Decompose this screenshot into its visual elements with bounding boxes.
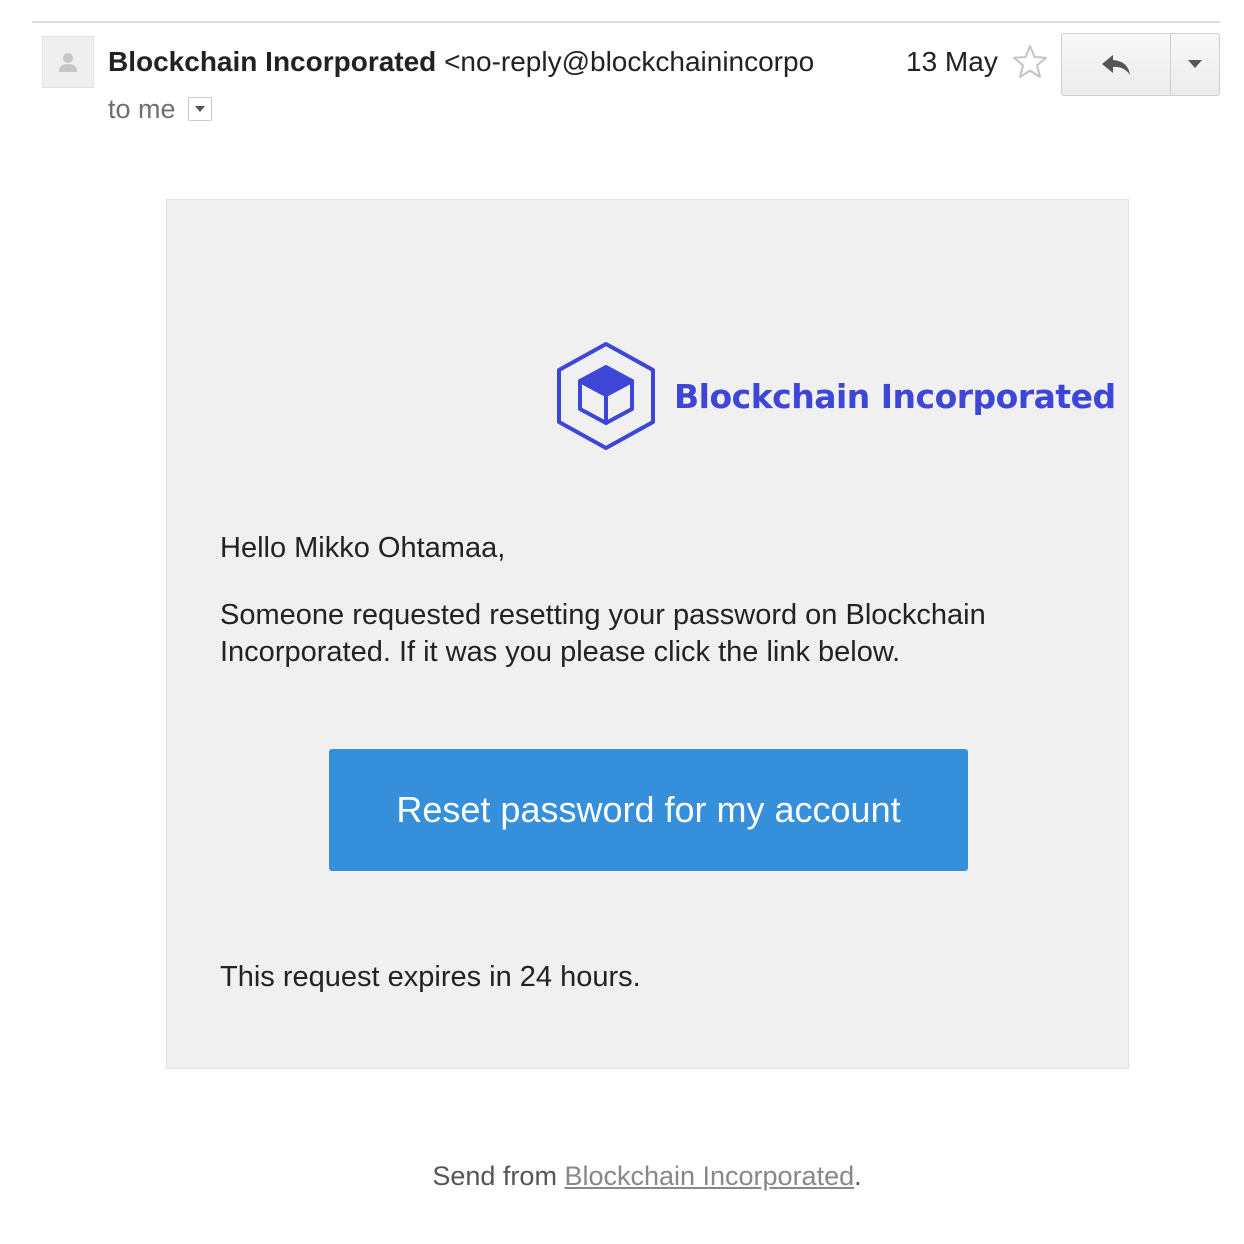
message-date: 13 May <box>906 46 998 77</box>
footer-prefix: Send from <box>432 1161 565 1191</box>
brand-name: Blockchain Incorporated <box>674 376 1116 416</box>
reply-icon <box>1102 54 1130 75</box>
default-avatar-icon <box>59 53 77 72</box>
sender-name: Blockchain Incorporated <box>108 46 437 77</box>
message-text: Someone requested resetting your passwor… <box>220 599 986 668</box>
footer-brand-link[interactable]: Blockchain Incorporated <box>564 1161 854 1191</box>
sender-email: <no-reply@blockchainincorpo <box>444 46 815 77</box>
chevron-down-icon <box>194 106 205 112</box>
email-body-card: Blockchain Incorporated Hello Mikko Ohta… <box>166 199 1129 1069</box>
expiry-note: This request expires in 24 hours. <box>220 961 641 993</box>
caret-down-icon <box>1188 60 1202 68</box>
sender-line: Blockchain Incorporated <no-reply@blockc… <box>108 44 848 80</box>
reply-button[interactable] <box>1062 34 1171 95</box>
reset-password-button[interactable]: Reset password for my account <box>329 749 968 871</box>
sender-avatar <box>42 36 94 88</box>
header-divider <box>32 21 1220 23</box>
more-options-button[interactable] <box>1171 34 1219 95</box>
reply-button-group <box>1061 33 1220 96</box>
footer-suffix: . <box>854 1161 862 1191</box>
greeting-text: Hello Mikko Ohtamaa, <box>220 532 506 564</box>
star-icon[interactable] <box>1011 43 1049 81</box>
brand-logo: Blockchain Incorporated <box>556 341 1116 451</box>
recipient-line: to me <box>108 92 212 126</box>
email-footer: Send from Blockchain Incorporated. <box>0 1159 1244 1193</box>
hexagon-cube-icon <box>557 342 655 450</box>
recipient-label: to me <box>108 94 176 124</box>
recipient-details-toggle[interactable] <box>187 97 212 121</box>
